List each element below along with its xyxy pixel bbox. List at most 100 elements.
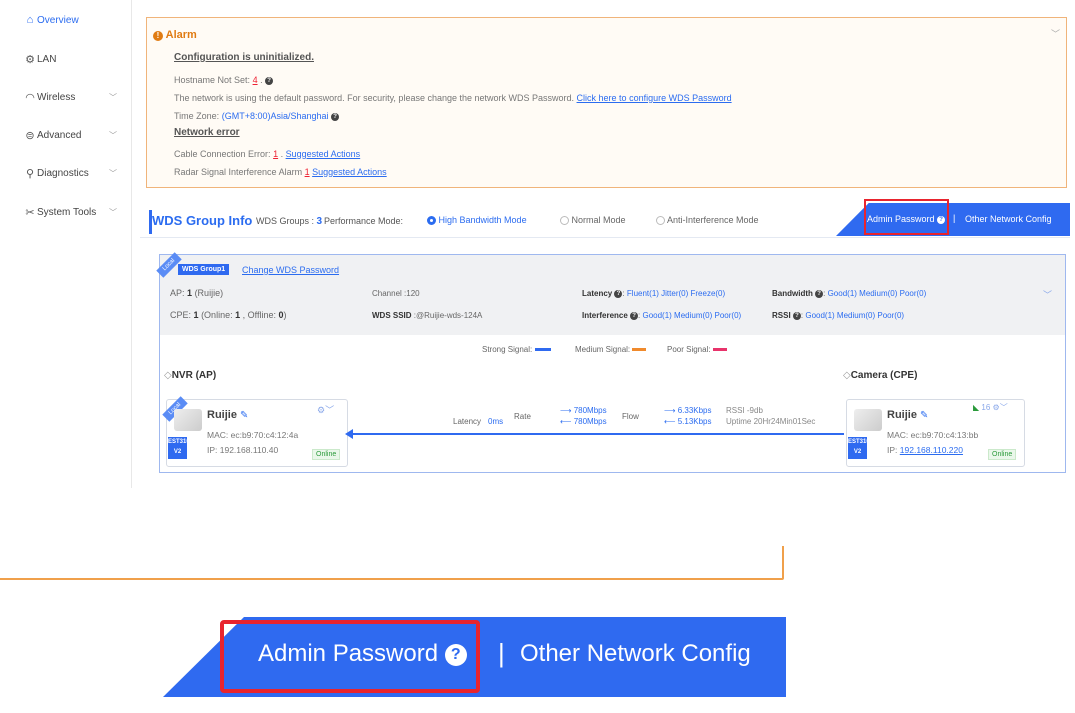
arrow-right-icon: ⟶: [664, 406, 676, 415]
rate-label: Rate: [514, 412, 531, 421]
wds-groups-count: 3: [316, 216, 323, 227]
divider: |: [498, 638, 505, 668]
wds-group-info-bar: WDS Group Info WDS Groups : 3 Performanc…: [140, 199, 1070, 238]
chevron-down-icon: ﹀: [109, 130, 117, 140]
signal-link-line: [350, 433, 844, 435]
help-icon[interactable]: ?: [331, 112, 340, 121]
sidebar-item-label: System Tools: [37, 206, 97, 218]
latency-label: Latency: [453, 417, 482, 426]
chevron-down-icon: ﹀: [109, 168, 117, 178]
wds-title: WDS Group Info: [152, 213, 253, 228]
sidebar-item-advanced[interactable]: ⊜ Advanced ﹀: [0, 126, 131, 144]
rate-tx: ⟶ 780Mbps: [560, 406, 607, 415]
lan-icon: ⚙: [25, 53, 35, 66]
device-name: Ruijie ✎: [887, 409, 929, 421]
other-network-config-button[interactable]: Other Network Config: [965, 214, 1052, 224]
zoomed-other-network-config-button[interactable]: Other Network Config: [520, 640, 751, 668]
sidebar-item-overview[interactable]: ⌂ Overview: [0, 11, 131, 29]
cable-error-count[interactable]: 1: [273, 149, 278, 159]
arrow-left-icon: [345, 429, 353, 439]
latency-stats: Latency ?: Fluent(1) Jitter(0) Freeze(0): [582, 289, 726, 298]
alarm-panel: ! Alarm ﹀ Configuration is uninitialized…: [146, 17, 1067, 188]
divider: |: [953, 213, 956, 223]
config-heading: Configuration is uninitialized.: [174, 52, 314, 63]
status-badge: Online: [988, 449, 1017, 460]
wds-groups: WDS Groups : 3: [256, 216, 323, 227]
home-icon: ⌂: [26, 14, 34, 26]
flow-rx: ⟵ 5.13Kbps: [664, 417, 712, 426]
legend-swatch: [712, 348, 727, 352]
hostname-count[interactable]: 4: [253, 75, 258, 85]
nvr-device-card[interactable]: Local EST310-V2 Ruijie ✎ ⚙﹀ MAC: ec:b9:7…: [162, 396, 348, 467]
help-icon[interactable]: ?: [630, 311, 639, 320]
sidebar-item-diagnostics[interactable]: ⚲ Diagnostics ﹀: [0, 164, 131, 182]
settings-gear-icon[interactable]: ⚙﹀: [993, 403, 1008, 412]
mode-normal[interactable]: Normal Mode: [560, 215, 626, 226]
nvr-title: ◇NVR (AP): [164, 370, 217, 381]
advanced-icon: ⊜: [25, 129, 35, 142]
help-icon[interactable]: ?: [792, 311, 801, 320]
sidebar-item-lan[interactable]: ⚙ LAN: [0, 50, 131, 68]
signal-strength: ◣ 16 ⚙﹀: [973, 403, 1008, 412]
suggested-actions-link[interactable]: Suggested Actions: [286, 149, 361, 159]
sidebar-item-wireless[interactable]: ◠ Wireless ﹀: [0, 88, 131, 106]
flow-tx: ⟶ 6.33Kbps: [664, 406, 712, 415]
chevron-down-icon: ﹀: [109, 92, 117, 102]
mode-anti-interference[interactable]: Anti-Interference Mode: [656, 215, 759, 226]
device-name: Ruijie ✎: [207, 409, 249, 421]
wds-group-badge: WDS Group1: [178, 264, 230, 275]
performance-mode: Performance Mode:: [324, 216, 404, 226]
radio-unselected[interactable]: [656, 216, 665, 226]
chevron-down-icon: ﹀: [109, 207, 117, 217]
radio-selected[interactable]: [427, 216, 436, 226]
suggested-actions-link[interactable]: Suggested Actions: [312, 167, 387, 177]
settings-gear-icon[interactable]: ⚙﹀: [317, 403, 334, 416]
expand-chevron-icon[interactable]: ﹀: [1043, 288, 1052, 301]
change-wds-password-link[interactable]: Change WDS Password: [242, 265, 339, 275]
legend-swatch: [632, 348, 647, 352]
alarm-border-corner: [782, 546, 784, 580]
radar-alarm-count[interactable]: 1: [305, 167, 310, 177]
arrow-left-icon: ⟵: [664, 417, 676, 426]
device-image-icon: [174, 409, 202, 431]
signal-icon: ◣: [973, 403, 980, 412]
edit-icon[interactable]: ✎: [920, 410, 928, 421]
alarm-border-zoom: [0, 578, 782, 580]
ip-address: IP: 192.168.110.40: [207, 445, 279, 455]
sidebar-item-label: Advanced: [37, 129, 82, 141]
legend-strong: Strong Signal:: [482, 345, 551, 354]
diamond-icon: ◇: [843, 370, 851, 381]
wireless-icon: ◠: [25, 91, 35, 104]
radio-unselected[interactable]: [560, 216, 569, 226]
status-badge: Online: [312, 449, 341, 460]
highlight-box: [864, 199, 949, 235]
hostname-row: Hostname Not Set: 4 . ?: [174, 75, 274, 85]
camera-device-card[interactable]: EST310- V2 Ruijie ✎ ◣ 16 ⚙﹀ MAC: ec:b9:70…: [846, 399, 1025, 467]
mode-high-bandwidth[interactable]: High Bandwidth Mode: [427, 215, 527, 226]
sidebar-item-label: LAN: [37, 53, 57, 65]
channel: Channel :120: [372, 289, 420, 298]
sidebar-item-label: Diagnostics: [37, 167, 89, 179]
help-icon[interactable]: ?: [265, 76, 274, 85]
mac-address: MAC: ec:b9:70:c4:13:bb: [887, 430, 979, 440]
ip-address: IP: 192.168.110.220: [887, 445, 963, 455]
wds-group-card: Local WDS Group1 Change WDS Password AP:…: [156, 252, 1066, 473]
edit-icon[interactable]: ✎: [240, 410, 248, 421]
help-icon[interactable]: ?: [815, 289, 824, 298]
network-error-heading: Network error: [174, 127, 240, 138]
arrow-right-icon: ⟶: [560, 406, 572, 415]
diagnostics-icon: ⚲: [25, 167, 35, 180]
help-icon[interactable]: ?: [614, 289, 623, 298]
collapse-chevron-icon[interactable]: ﹀: [1051, 27, 1060, 40]
ip-link[interactable]: 192.168.110.220: [900, 445, 963, 455]
configure-wds-password-link[interactable]: Click here to configure WDS Password: [577, 93, 732, 103]
latency-value: 0ms: [488, 417, 504, 426]
sidebar-item-system-tools[interactable]: ✂ System Tools ﹀: [0, 203, 131, 221]
model-badge: EST310- V2: [168, 437, 192, 459]
timezone-row: Time Zone: (GMT+8:00)Asia/Shanghai ?: [174, 111, 340, 121]
timezone-value[interactable]: (GMT+8:00)Asia/Shanghai: [222, 111, 329, 121]
ap-count: AP: 1 (Ruijie): [170, 288, 224, 298]
uptime-value: Uptime 20Hr24Min01Sec: [726, 417, 816, 426]
camera-title: ◇Camera (CPE): [843, 370, 918, 381]
sidebar-item-label: Overview: [37, 14, 79, 26]
